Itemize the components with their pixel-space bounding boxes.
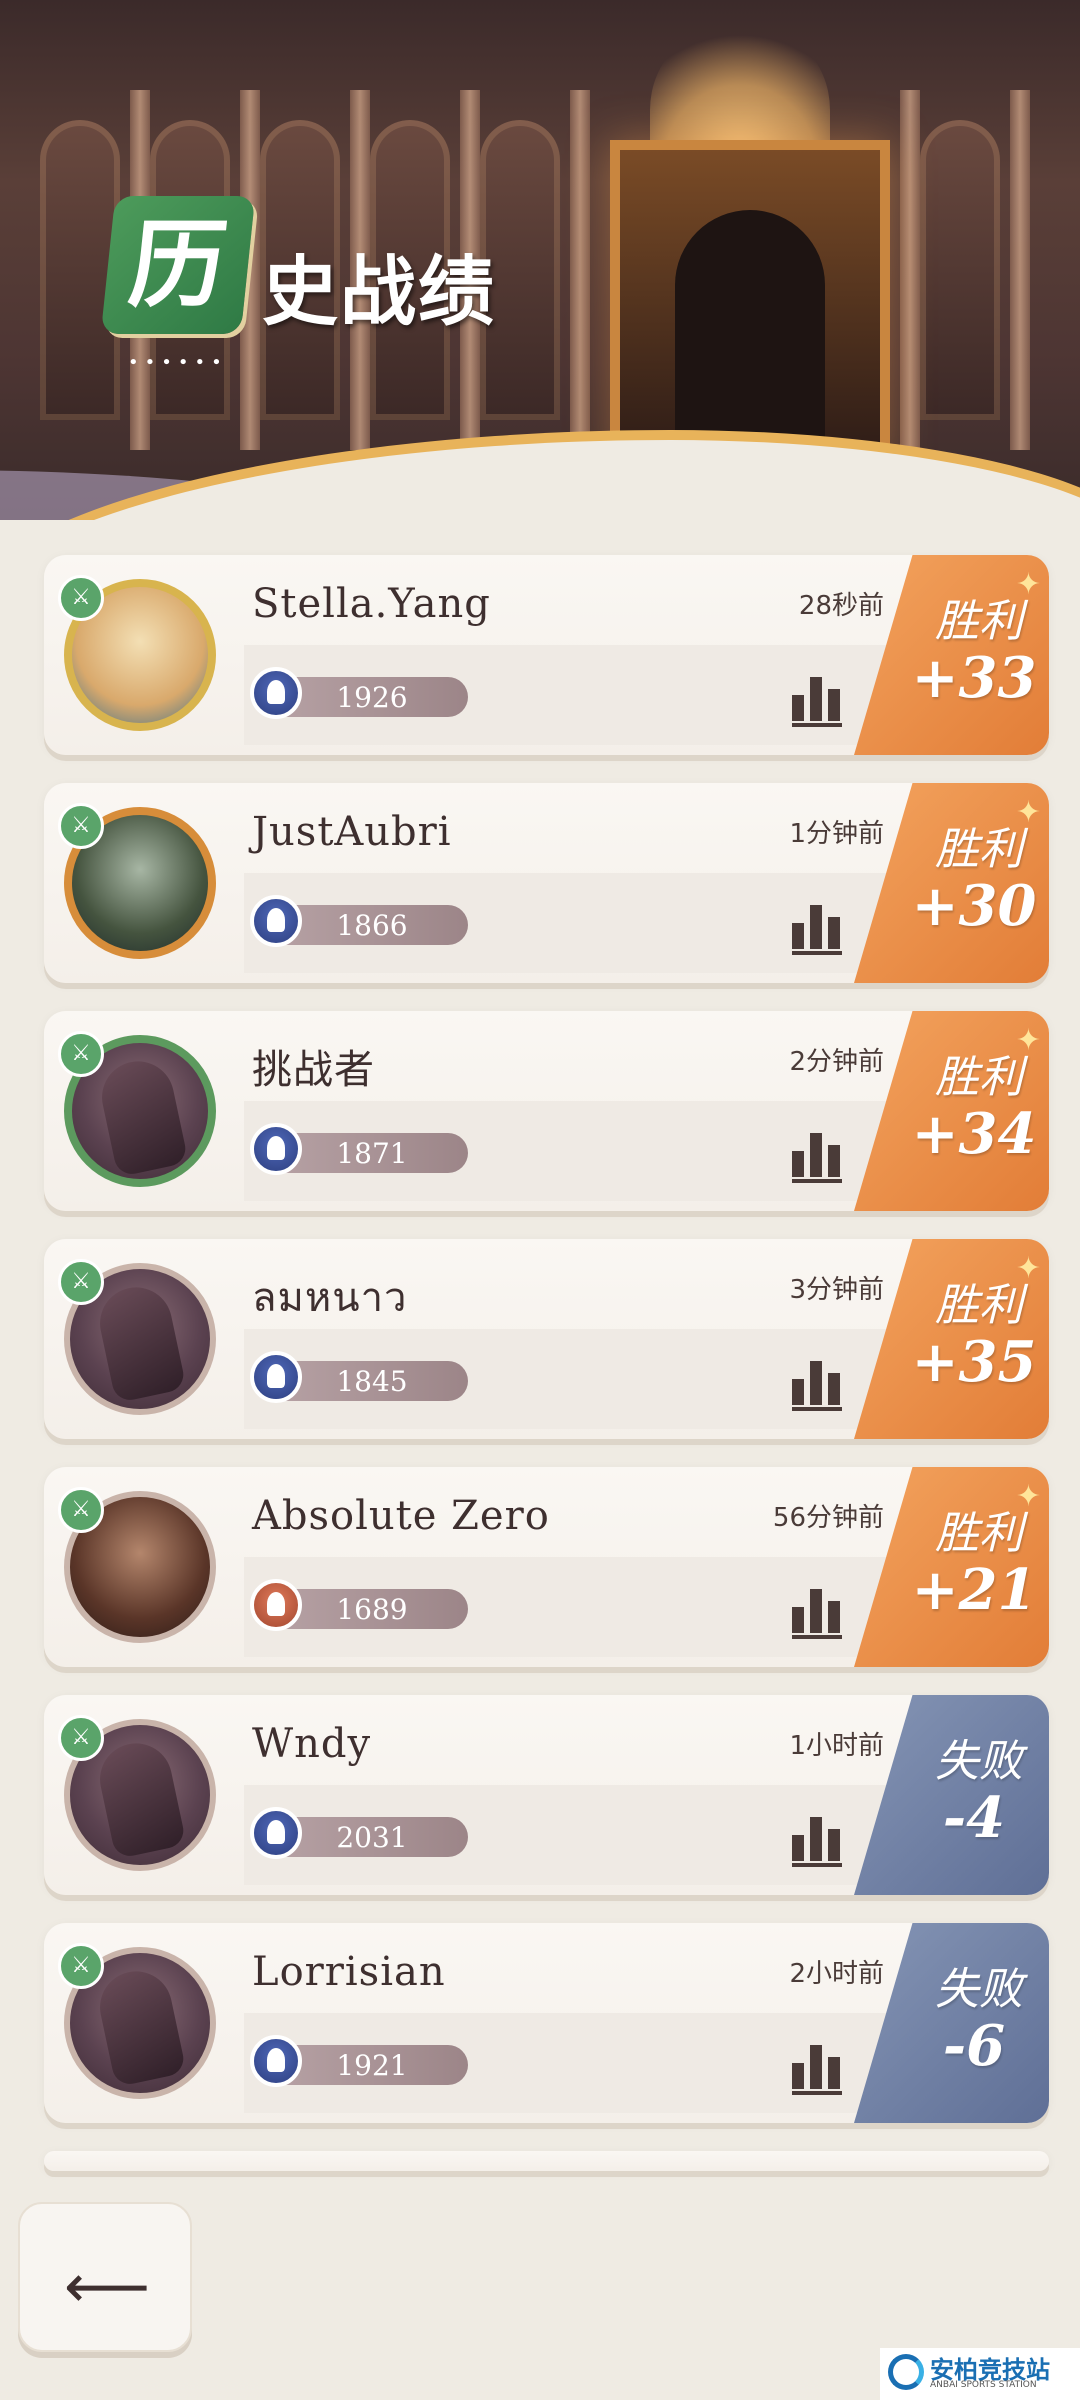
match-card[interactable]: ⚔ Absolute Zero 56分钟前 1689 ✦ 胜利 +21 [44, 1467, 1049, 1667]
result-label: 胜利 [935, 1052, 1023, 1103]
back-button[interactable]: ⟵ [18, 2202, 192, 2352]
rating-delta: +21 [911, 1557, 1037, 1623]
player-name: JustAubri [252, 809, 452, 855]
player-name: Lorrisian [252, 1949, 446, 1995]
rating-delta: -6 [942, 2013, 1006, 2079]
rank-badge-icon: ⚔ [58, 1487, 104, 1533]
rating-delta: +35 [911, 1329, 1037, 1395]
stats-chart-icon[interactable] [792, 1129, 842, 1183]
result-label: 胜利 [935, 1280, 1023, 1331]
rating-delta: +33 [911, 645, 1037, 711]
rank-badge-icon: ⚔ [58, 1259, 104, 1305]
rating-value: 1866 [336, 909, 408, 942]
rating-pill: 1845 [250, 1351, 468, 1403]
player-name: Wndy [252, 1721, 372, 1767]
rating-pill: 1871 [250, 1123, 468, 1175]
player-name: Stella.Yang [252, 581, 491, 627]
stats-chart-icon[interactable] [792, 1813, 842, 1867]
rating-delta: -4 [942, 1785, 1006, 1851]
rating-pill: 1926 [250, 667, 468, 719]
rating-value: 1871 [336, 1137, 408, 1170]
arena-gate [610, 140, 890, 470]
watermark: 安柏竞技站 ANBAI SPORTS STATION [880, 2348, 1080, 2400]
player-name: ลมหนาว [252, 1275, 408, 1321]
rating-value: 1845 [336, 1365, 408, 1398]
result-label: 失败 [935, 1964, 1023, 2015]
header-banner: 历 史战绩 •••••• [0, 0, 1080, 520]
player-name: 挑战者 [252, 1047, 375, 1093]
rank-emblem-icon [250, 1351, 302, 1403]
page-title: 史战绩 [262, 247, 496, 336]
rank-badge-icon: ⚔ [58, 1715, 104, 1761]
rating-pill: 2031 [250, 1807, 468, 1859]
result-label: 胜利 [935, 1508, 1023, 1559]
rank-emblem-icon [250, 895, 302, 947]
match-time: 2分钟前 [789, 1047, 884, 1077]
stats-chart-icon[interactable] [792, 2041, 842, 2095]
title-dots: •••••• [128, 352, 228, 373]
match-card[interactable]: ⚔ JustAubri 1分钟前 1866 ✦ 胜利 +30 [44, 783, 1049, 983]
stats-chart-icon[interactable] [792, 901, 842, 955]
rating-value: 2031 [336, 1821, 408, 1854]
rating-value: 1921 [336, 2049, 408, 2082]
rank-emblem-icon [250, 2035, 302, 2087]
rank-emblem-icon [250, 1807, 302, 1859]
sunburst-ornament [650, 20, 830, 160]
rank-badge-icon: ⚔ [58, 803, 104, 849]
rank-badge-icon: ⚔ [58, 575, 104, 621]
player-name: Absolute Zero [252, 1493, 550, 1539]
result-label: 失败 [935, 1736, 1023, 1787]
result-label: 胜利 [935, 596, 1023, 647]
match-time: 3分钟前 [789, 1275, 884, 1305]
rating-pill: 1921 [250, 2035, 468, 2087]
match-time: 56分钟前 [772, 1503, 884, 1533]
match-card-partial [44, 2151, 1049, 2171]
stats-chart-icon[interactable] [792, 1357, 842, 1411]
rating-value: 1926 [336, 681, 408, 714]
rating-value: 1689 [336, 1593, 408, 1626]
title-badge: 历 [100, 196, 256, 334]
match-card[interactable]: ⚔ Wndy 1小时前 2031 失败 -4 [44, 1695, 1049, 1895]
result-label: 胜利 [935, 824, 1023, 875]
match-card[interactable]: ⚔ ลมหนาว 3分钟前 1845 ✦ 胜利 +35 [44, 1239, 1049, 1439]
rating-pill: 1866 [250, 895, 468, 947]
rank-badge-icon: ⚔ [58, 1943, 104, 1989]
back-arrow-icon: ⟵ [64, 2252, 151, 2322]
rank-badge-icon: ⚔ [58, 1031, 104, 1077]
watermark-subtitle: ANBAI SPORTS STATION [930, 2380, 1037, 2390]
rank-emblem-icon [250, 1123, 302, 1175]
match-time: 2小时前 [789, 1959, 884, 1989]
rank-emblem-icon [250, 1579, 302, 1631]
match-time: 1小时前 [789, 1731, 884, 1761]
stats-chart-icon[interactable] [792, 673, 842, 727]
match-card[interactable]: ⚔ Stella.Yang 28秒前 1926 ✦ 胜利 +33 [44, 555, 1049, 755]
match-time: 28秒前 [798, 591, 884, 621]
rating-delta: +34 [911, 1101, 1037, 1167]
rating-delta: +30 [911, 873, 1037, 939]
match-card[interactable]: ⚔ Lorrisian 2小时前 1921 失败 -6 [44, 1923, 1049, 2123]
watermark-logo-icon [888, 2354, 924, 2390]
rank-emblem-icon [250, 667, 302, 719]
rating-pill: 1689 [250, 1579, 468, 1631]
match-time: 1分钟前 [789, 819, 884, 849]
stats-chart-icon[interactable] [792, 1585, 842, 1639]
match-card[interactable]: ⚔ 挑战者 2分钟前 1871 ✦ 胜利 +34 [44, 1011, 1049, 1211]
